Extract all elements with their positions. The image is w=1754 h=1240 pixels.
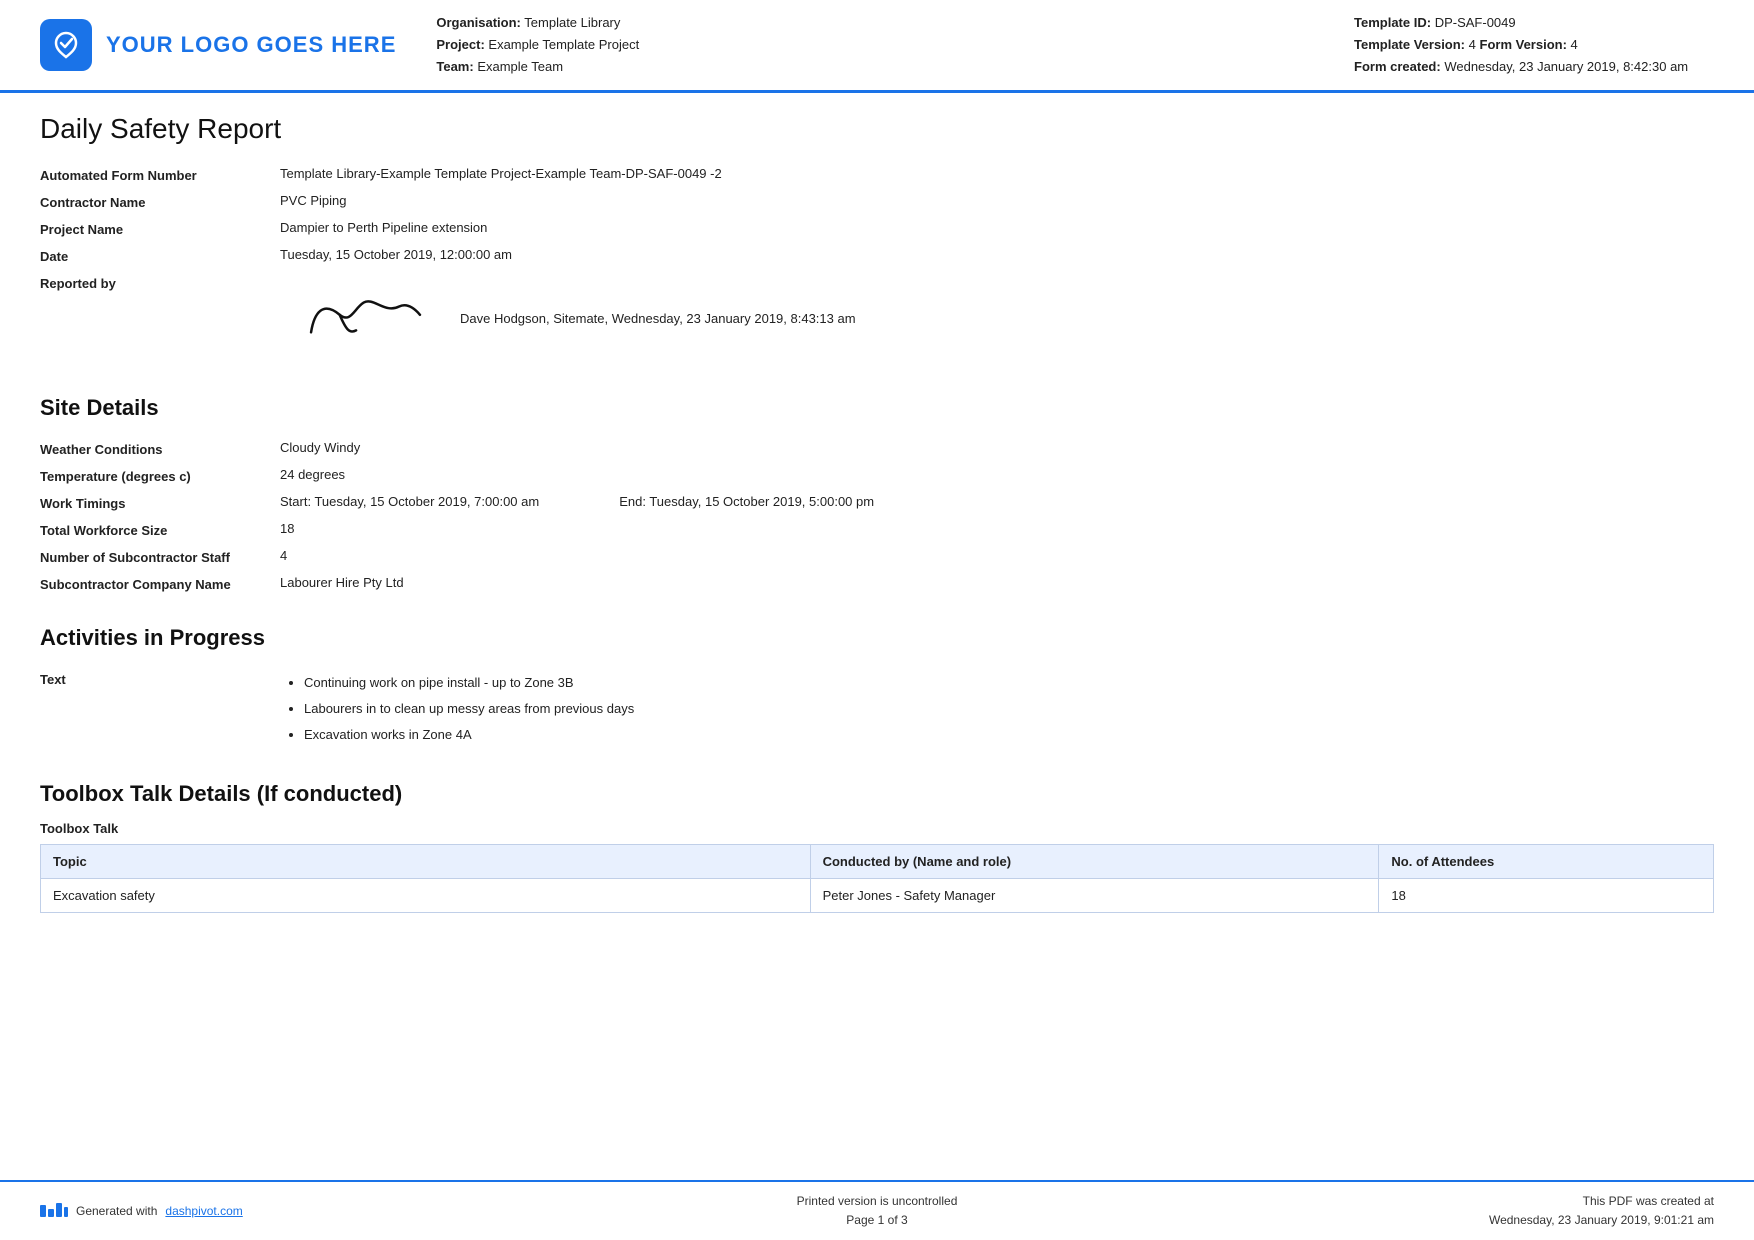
logo-text: YOUR LOGO GOES HERE <box>106 32 396 58</box>
activities-list: Continuing work on pipe install - up to … <box>280 670 1714 748</box>
contractor-row: Contractor Name PVC Piping <box>40 188 1714 215</box>
temperature-row: Temperature (degrees c) 24 degrees <box>40 462 1714 489</box>
dashpivot-link[interactable]: dashpivot.com <box>165 1204 242 1218</box>
project-name-label: Project Name <box>40 220 280 237</box>
subcontractor-staff-row: Number of Subcontractor Staff 4 <box>40 543 1714 570</box>
header-right: Template ID: DP-SAF-0049 Template Versio… <box>1354 12 1714 78</box>
template-version-value: 4 <box>1469 37 1476 52</box>
subcontractor-staff-value: 4 <box>280 548 1714 563</box>
template-id-value: DP-SAF-0049 <box>1435 15 1516 30</box>
date-value: Tuesday, 15 October 2019, 12:00:00 am <box>280 247 1714 262</box>
project-value: Example Template Project <box>488 37 639 52</box>
subcontractor-company-label: Subcontractor Company Name <box>40 575 280 592</box>
subcontractor-company-row: Subcontractor Company Name Labourer Hire… <box>40 570 1714 597</box>
project-label: Project: <box>436 37 484 52</box>
page-footer: Generated with dashpivot.com Printed ver… <box>0 1180 1754 1240</box>
contractor-label: Contractor Name <box>40 193 280 210</box>
footer-center: Printed version is uncontrolled Page 1 o… <box>598 1192 1156 1230</box>
workforce-label: Total Workforce Size <box>40 521 280 538</box>
form-created-value: Wednesday, 23 January 2019, 8:42:30 am <box>1444 59 1688 74</box>
automated-form-row: Automated Form Number Template Library-E… <box>40 161 1714 188</box>
main-content: Daily Safety Report Automated Form Numbe… <box>0 93 1754 953</box>
activities-list-container: Continuing work on pipe install - up to … <box>280 670 1714 748</box>
footer-generated-text: Generated with <box>76 1204 157 1218</box>
cell-conducted-by: Peter Jones - Safety Manager <box>810 879 1379 913</box>
footer-right: This PDF was created at Wednesday, 23 Ja… <box>1156 1192 1714 1230</box>
report-title: Daily Safety Report <box>40 113 1714 145</box>
org-label: Organisation: <box>436 15 521 30</box>
work-timings-start: Start: Tuesday, 15 October 2019, 7:00:00… <box>280 494 539 509</box>
form-created-label: Form created: <box>1354 59 1441 74</box>
automated-form-value: Template Library-Example Template Projec… <box>280 166 1714 181</box>
reported-by-text: Dave Hodgson, Sitemate, Wednesday, 23 Ja… <box>460 311 856 326</box>
footer-uncontrolled: Printed version is uncontrolled <box>598 1192 1156 1211</box>
team-label: Team: <box>436 59 473 74</box>
automated-form-label: Automated Form Number <box>40 166 280 183</box>
work-timings-label: Work Timings <box>40 494 280 511</box>
form-version-label: Form Version: <box>1480 37 1567 52</box>
template-id-label: Template ID: <box>1354 15 1431 30</box>
col-conducted-header: Conducted by (Name and role) <box>810 845 1379 879</box>
signature-image <box>276 267 443 369</box>
logo-icon <box>40 19 92 71</box>
work-timings-values: Start: Tuesday, 15 October 2019, 7:00:00… <box>280 494 1714 509</box>
temperature-value: 24 degrees <box>280 467 1714 482</box>
work-timings-end: End: Tuesday, 15 October 2019, 5:00:00 p… <box>619 494 874 509</box>
date-label: Date <box>40 247 280 264</box>
toolbox-heading: Toolbox Talk Details (If conducted) <box>40 781 1714 807</box>
footer-pdf-created-date: Wednesday, 23 January 2019, 9:01:21 am <box>1156 1211 1714 1230</box>
workforce-row: Total Workforce Size 18 <box>40 516 1714 543</box>
logo-area: YOUR LOGO GOES HERE <box>40 19 396 71</box>
weather-value: Cloudy Windy <box>280 440 1714 455</box>
header-center: Organisation: Template Library Project: … <box>396 12 1354 78</box>
workforce-value: 18 <box>280 521 1714 536</box>
footer-page: Page 1 of 3 <box>598 1211 1156 1230</box>
footer-logo-icon <box>40 1201 68 1221</box>
col-attendees-header: No. of Attendees <box>1379 845 1714 879</box>
project-name-value: Dampier to Perth Pipeline extension <box>280 220 1714 235</box>
page-header: YOUR LOGO GOES HERE Organisation: Templa… <box>0 0 1754 93</box>
activities-heading: Activities in Progress <box>40 625 1714 651</box>
subcontractor-staff-label: Number of Subcontractor Staff <box>40 548 280 565</box>
weather-row: Weather Conditions Cloudy Windy <box>40 435 1714 462</box>
contractor-value: PVC Piping <box>280 193 1714 208</box>
activities-text-label: Text <box>40 670 280 687</box>
subcontractor-company-value: Labourer Hire Pty Ltd <box>280 575 1714 590</box>
reported-by-row: Reported by Dave Hodgson, Sitemate, Wedn… <box>40 269 1714 367</box>
table-row: Excavation safety Peter Jones - Safety M… <box>41 879 1714 913</box>
work-timings-row: Work Timings Start: Tuesday, 15 October … <box>40 489 1714 516</box>
temperature-label: Temperature (degrees c) <box>40 467 280 484</box>
cell-topic: Excavation safety <box>41 879 811 913</box>
activities-row: Text Continuing work on pipe install - u… <box>40 665 1714 753</box>
weather-label: Weather Conditions <box>40 440 280 457</box>
footer-left: Generated with dashpivot.com <box>40 1201 598 1221</box>
footer-pdf-created-text: This PDF was created at <box>1156 1192 1714 1211</box>
signature-area: Dave Hodgson, Sitemate, Wednesday, 23 Ja… <box>280 274 1714 362</box>
list-item: Continuing work on pipe install - up to … <box>304 670 1714 696</box>
project-row: Project Name Dampier to Perth Pipeline e… <box>40 215 1714 242</box>
toolbox-sub-label: Toolbox Talk <box>40 821 1714 836</box>
reported-by-label: Reported by <box>40 274 280 291</box>
reported-by-value: Dave Hodgson, Sitemate, Wednesday, 23 Ja… <box>280 274 1714 362</box>
col-topic-header: Topic <box>41 845 811 879</box>
toolbox-table: Topic Conducted by (Name and role) No. o… <box>40 844 1714 913</box>
list-item: Labourers in to clean up messy areas fro… <box>304 696 1714 722</box>
date-row: Date Tuesday, 15 October 2019, 12:00:00 … <box>40 242 1714 269</box>
org-value: Template Library <box>524 15 620 30</box>
site-details-heading: Site Details <box>40 395 1714 421</box>
list-item: Excavation works in Zone 4A <box>304 722 1714 748</box>
cell-attendees: 18 <box>1379 879 1714 913</box>
form-version-value: 4 <box>1571 37 1578 52</box>
team-value: Example Team <box>477 59 563 74</box>
template-version-label: Template Version: <box>1354 37 1465 52</box>
